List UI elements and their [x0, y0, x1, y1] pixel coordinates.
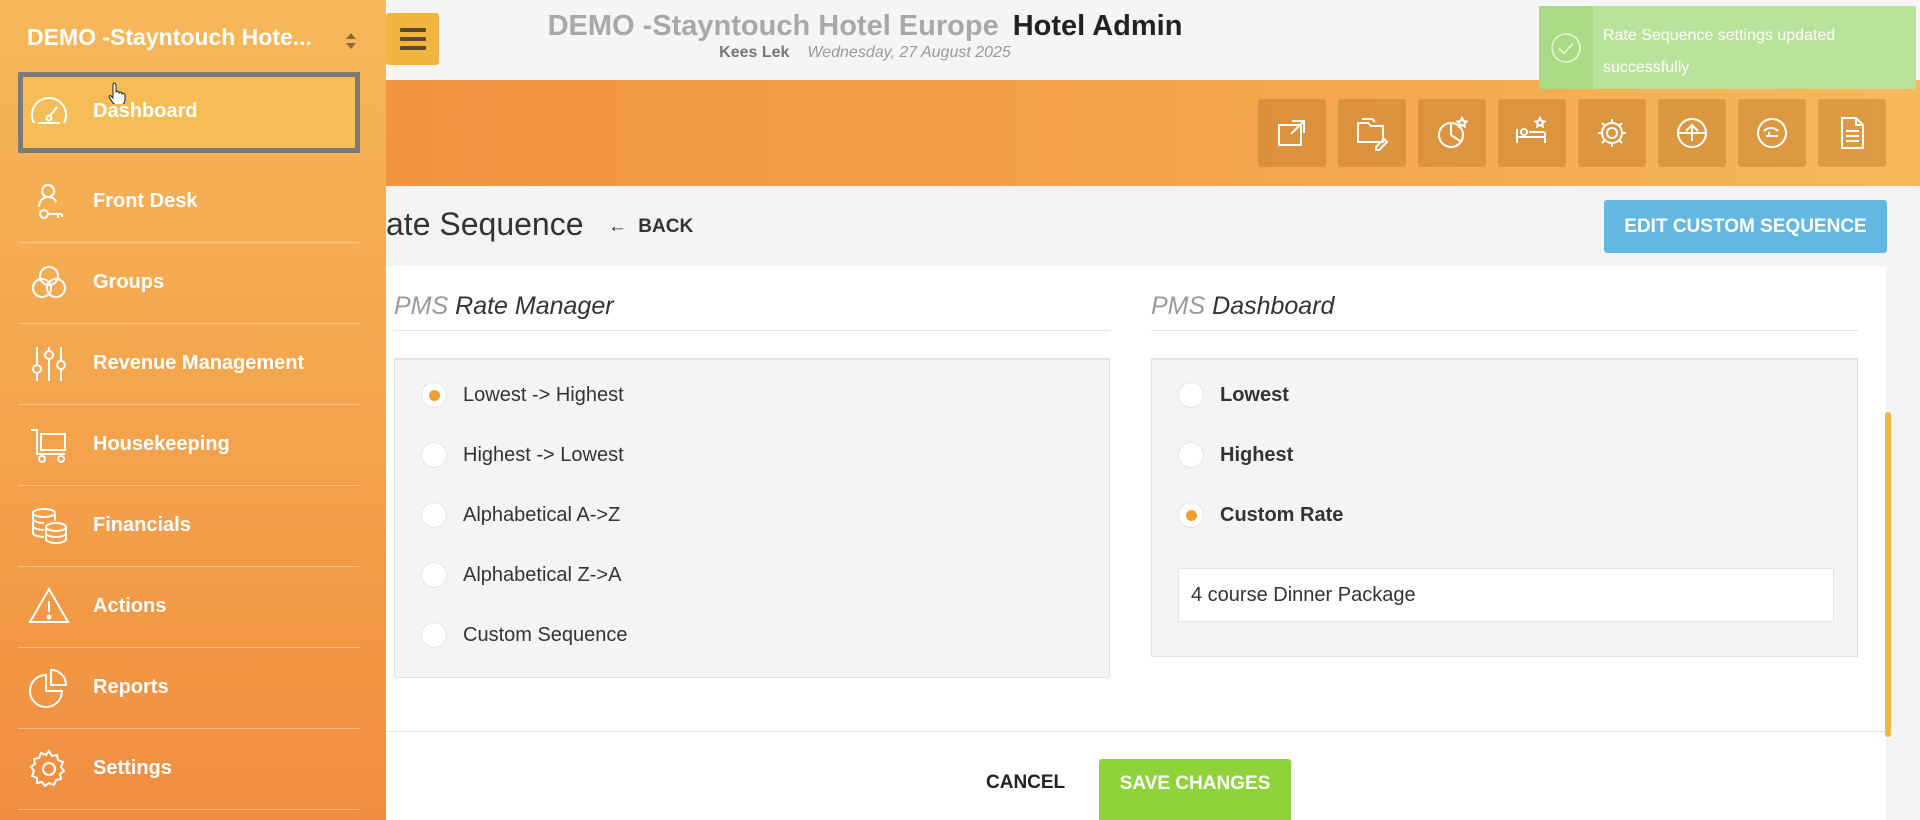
sidebar-item-label: Housekeeping: [93, 433, 230, 455]
back-link[interactable]: ← BACK: [608, 216, 693, 238]
radio-lowest-highest[interactable]: Lowest -> Highest: [421, 380, 624, 410]
hotel-name: DEMO -Stayntouch Hotel Europe: [547, 10, 999, 42]
divider: [1151, 330, 1858, 331]
radio-button[interactable]: [421, 562, 447, 588]
option-label: Lowest: [1220, 383, 1289, 406]
check-circle-icon: [1539, 6, 1593, 89]
rate-manager-label: Rate Manager: [455, 292, 614, 320]
sidebar-item-front-desk[interactable]: Front Desk: [18, 162, 360, 243]
option-label: Highest -> Lowest: [463, 443, 624, 466]
edit-custom-sequence-button[interactable]: EDIT CUSTOM SEQUENCE: [1604, 200, 1887, 253]
option-label: Custom Rate: [1220, 503, 1344, 526]
upload-icon[interactable]: [1658, 99, 1726, 167]
content-header: ate Sequence ← BACK EDIT CUSTOM SEQUENCE: [386, 186, 1920, 266]
dashboard-title: PMS Dashboard: [1151, 292, 1334, 321]
sidebar: DEMO -Stayntouch Hote... Dashboard Front…: [0, 0, 386, 820]
external-link-icon[interactable]: [1258, 99, 1326, 167]
rate-sequence-panel: PMS Rate Manager Lowest -> Highest Highe…: [386, 266, 1886, 820]
sidebar-item-label: Revenue Management: [93, 352, 305, 374]
option-label: Custom Sequence: [463, 623, 628, 646]
warning-icon: [28, 586, 70, 623]
sidebar-item-label: Financials: [93, 514, 191, 536]
pie-chart-icon: [29, 668, 68, 708]
document-icon[interactable]: [1818, 99, 1886, 167]
toast-message: Rate Sequence settings updated successfu…: [1603, 27, 1836, 76]
hotel-selector[interactable]: DEMO -Stayntouch Hote...: [27, 24, 357, 51]
divider: [394, 330, 1110, 331]
radio-highest[interactable]: Highest: [1178, 440, 1293, 470]
rate-manager-title: PMS Rate Manager: [394, 292, 614, 321]
chart-star-icon[interactable]: [1418, 99, 1486, 167]
cleaning-icon[interactable]: [1738, 99, 1806, 167]
gear-icon[interactable]: [1578, 99, 1646, 167]
gear-icon: [29, 749, 66, 788]
coins-icon: [32, 508, 67, 545]
sliders-icon: [32, 347, 66, 381]
radio-button[interactable]: [421, 382, 447, 408]
radio-alphabetical-a-z[interactable]: Alphabetical A->Z: [421, 500, 620, 530]
radio-button[interactable]: [1178, 502, 1204, 528]
user-name: Kees Lek: [719, 44, 790, 61]
dashboard-options: Lowest Highest Custom Rate 4 course Dinn…: [1151, 358, 1858, 657]
sidebar-item-label: Settings: [93, 757, 172, 779]
radio-custom-rate[interactable]: Custom Rate: [1178, 500, 1343, 530]
hand-cursor-icon: [108, 82, 126, 104]
dashboard-prefix: PMS: [1151, 292, 1206, 320]
sort-caret-icon[interactable]: [345, 32, 357, 50]
sidebar-item-groups[interactable]: Groups: [18, 243, 360, 324]
radio-button[interactable]: [421, 442, 447, 468]
option-label: Alphabetical Z->A: [463, 563, 622, 586]
option-label: Lowest -> Highest: [463, 383, 624, 406]
cancel-button[interactable]: CANCEL: [986, 772, 1065, 794]
cart-icon: [31, 429, 66, 463]
page-title: ate Sequence: [386, 206, 584, 242]
sidebar-item-actions[interactable]: Actions: [18, 567, 360, 648]
radio-button[interactable]: [1178, 442, 1204, 468]
sidebar-item-label: Actions: [93, 595, 167, 617]
sidebar-item-settings[interactable]: Settings: [18, 729, 360, 810]
radio-button[interactable]: [421, 622, 447, 648]
option-label: Alphabetical A->Z: [463, 503, 621, 526]
sidebar-item-label: Reports: [93, 676, 169, 698]
radio-button[interactable]: [421, 502, 447, 528]
radio-lowest[interactable]: Lowest: [1178, 380, 1289, 410]
business-date: Wednesday, 27 August 2025: [807, 44, 1011, 61]
radio-custom-sequence[interactable]: Custom Sequence: [421, 620, 628, 650]
groups-icon: [32, 266, 66, 298]
folder-edit-icon[interactable]: [1338, 99, 1406, 167]
dashboard-label: Dashboard: [1212, 292, 1335, 320]
gauge-icon: [31, 97, 67, 124]
divider: [386, 731, 1886, 732]
back-label: BACK: [638, 216, 694, 237]
arrow-left-icon: ←: [608, 216, 627, 237]
custom-rate-select[interactable]: 4 course Dinner Package: [1178, 568, 1834, 622]
success-toast: Rate Sequence settings updated successfu…: [1539, 6, 1916, 89]
rate-manager-prefix: PMS: [394, 292, 449, 320]
app-title: Hotel Admin: [1012, 10, 1183, 42]
sidebar-item-label: Front Desk: [93, 190, 198, 212]
radio-highest-lowest[interactable]: Highest -> Lowest: [421, 440, 624, 470]
key-person-icon: [38, 184, 63, 219]
save-changes-button[interactable]: SAVE CHANGES: [1099, 759, 1291, 820]
sidebar-item-label: Groups: [93, 271, 165, 293]
radio-alphabetical-z-a[interactable]: Alphabetical Z->A: [421, 560, 621, 590]
option-label: Highest: [1220, 443, 1294, 466]
bed-star-icon[interactable]: [1498, 99, 1566, 167]
sidebar-item-housekeeping[interactable]: Housekeeping: [18, 405, 360, 486]
sidebar-item-dashboard[interactable]: Dashboard: [18, 72, 360, 153]
sidebar-item-reports[interactable]: Reports: [18, 648, 360, 729]
sidebar-item-financials[interactable]: Financials: [18, 486, 360, 567]
rate-manager-options: Lowest -> Highest Highest -> Lowest Alph…: [394, 358, 1110, 678]
menu-toggle-button[interactable]: [386, 13, 439, 65]
scrollbar[interactable]: [1885, 412, 1891, 737]
sidebar-item-revenue-management[interactable]: Revenue Management: [18, 324, 360, 405]
radio-button[interactable]: [1178, 382, 1204, 408]
